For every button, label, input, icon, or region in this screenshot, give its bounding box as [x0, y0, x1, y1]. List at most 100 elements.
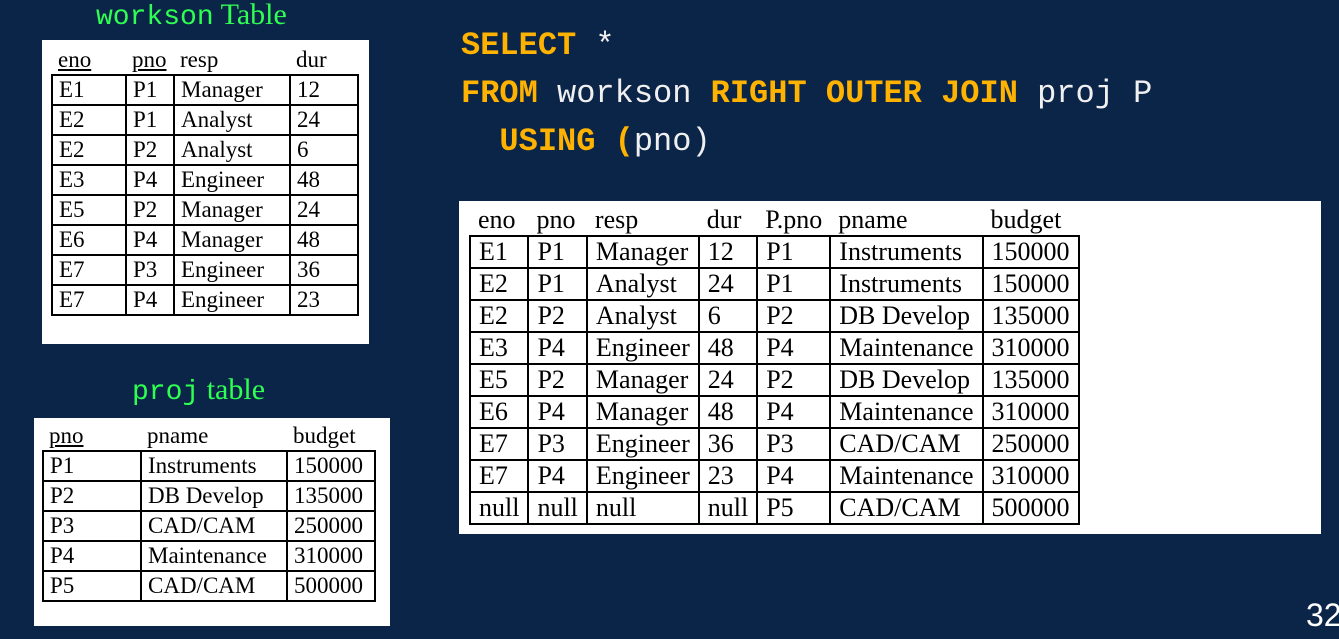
table-row: E3 P4 Engineer 48	[51, 164, 359, 196]
workson-body: E1 P1 Manager 12 E2 P1 Analyst 24 E2 P2 Analyst 6 E3…	[51, 74, 359, 316]
table-cell: 48	[289, 224, 359, 256]
table-cell: P2	[42, 480, 142, 512]
table-cell: null	[527, 491, 588, 525]
table-cell: Instruments	[140, 450, 288, 482]
table-cell: P4	[125, 224, 175, 256]
table-cell: 135000	[286, 480, 376, 512]
result-header-p-pno: P.pno	[765, 205, 823, 234]
table-cell: E6	[51, 224, 127, 256]
table-cell: 500000	[981, 491, 1080, 525]
table-row: E7 P3 Engineer 36 P3 CAD/CAM 250000	[468, 427, 1080, 461]
table-cell: P1	[125, 104, 175, 136]
table-cell: P3	[42, 510, 142, 542]
table-row: E2 P1 Analyst 24 P1 Instruments 150000	[468, 267, 1080, 301]
table-cell: 250000	[981, 427, 1080, 461]
table-cell: DB Develop	[140, 480, 288, 512]
table-cell: 24	[697, 267, 759, 301]
table-cell: P1	[42, 450, 142, 482]
result-header-row: eno pno resp dur P.pno pname budget	[470, 205, 1079, 236]
table-cell: P1	[756, 235, 832, 269]
table-cell: Engineer	[173, 284, 291, 316]
table-cell: 48	[697, 331, 759, 365]
result-header-pno: pno	[536, 205, 576, 234]
table-row: P3 CAD/CAM 250000	[42, 510, 376, 542]
sql-table-proj: proj P	[1017, 75, 1153, 112]
sql-select-star: *	[576, 27, 615, 64]
table-cell: null	[697, 491, 759, 525]
workson-caption-name: workson	[96, 2, 214, 33]
table-cell: P2	[125, 194, 175, 226]
table-cell: Instruments	[829, 235, 984, 269]
table-cell: E2	[468, 299, 530, 333]
table-cell: Maintenance	[829, 331, 984, 365]
table-cell: P4	[756, 395, 832, 429]
table-cell: P4	[527, 459, 588, 493]
table-cell: P3	[527, 427, 588, 461]
table-cell: Instruments	[829, 267, 984, 301]
table-cell: 135000	[981, 363, 1080, 397]
workson-header-eno: eno	[58, 47, 92, 72]
table-cell: P3	[756, 427, 832, 461]
proj-header-pname: pname	[147, 423, 209, 448]
table-cell: 12	[289, 74, 359, 106]
table-cell: CAD/CAM	[829, 427, 984, 461]
workson-header-row: eno pno resp dur	[52, 46, 358, 75]
table-cell: P2	[756, 363, 832, 397]
proj-caption: proj table	[132, 373, 265, 408]
table-cell: P2	[125, 134, 175, 166]
table-cell: P4	[125, 284, 175, 316]
sql-keyword-from: FROM	[461, 75, 538, 112]
table-cell: P1	[527, 235, 588, 269]
table-cell: E1	[51, 74, 127, 106]
table-cell: Engineer	[585, 427, 700, 461]
table-cell: Engineer	[585, 331, 700, 365]
table-cell: 48	[697, 395, 759, 429]
sql-keyword-right-outer-join: RIGHT OUTER JOIN	[710, 75, 1018, 112]
result-header-dur: dur	[706, 205, 742, 234]
table-cell: 135000	[981, 299, 1080, 333]
table-cell: 48	[289, 164, 359, 196]
table-cell: 150000	[981, 235, 1080, 269]
sql-line-using: USING (pno)	[461, 118, 1152, 166]
result-header-resp: resp	[594, 205, 639, 234]
table-cell: E7	[468, 427, 530, 461]
sql-table-workson: workson	[537, 75, 711, 112]
table-cell: CAD/CAM	[140, 510, 288, 542]
table-cell: P4	[42, 540, 142, 572]
table-cell: 24	[289, 194, 359, 226]
table-cell: 310000	[981, 395, 1080, 429]
workson-table: eno pno resp dur E1 P1 Manager 12 E2 P1 Analys…	[51, 46, 359, 316]
table-cell: Manager	[173, 74, 291, 106]
table-cell: 24	[697, 363, 759, 397]
table-cell: Manager	[585, 363, 700, 397]
table-cell: Analyst	[585, 267, 700, 301]
table-cell: Manager	[585, 235, 700, 269]
sql-line-from: FROM workson RIGHT OUTER JOIN proj P	[461, 70, 1152, 118]
table-cell: 6	[697, 299, 759, 333]
table-cell: E2	[51, 134, 127, 166]
table-cell: E5	[51, 194, 127, 226]
table-cell: E2	[468, 267, 530, 301]
table-cell: DB Develop	[829, 299, 984, 333]
sql-query: SELECT * FROM workson RIGHT OUTER JOIN pr…	[461, 22, 1152, 166]
workson-header-pno: pno	[132, 47, 167, 72]
table-row: E7 P3 Engineer 36	[51, 254, 359, 286]
table-cell: Analyst	[173, 104, 291, 136]
table-cell: P3	[125, 254, 175, 286]
table-cell: 150000	[981, 267, 1080, 301]
table-cell: Engineer	[173, 254, 291, 286]
result-header-pname: pname	[838, 205, 908, 234]
table-cell: Manager	[585, 395, 700, 429]
table-cell: P2	[527, 299, 588, 333]
result-body: E1 P1 Manager 12 P1 Instruments 150000 E2 P1 Anal…	[468, 235, 1080, 525]
table-cell: CAD/CAM	[829, 491, 984, 525]
table-row: E1 P1 Manager 12 P1 Instruments 150000	[468, 235, 1080, 269]
workson-caption: workson Table	[96, 0, 287, 33]
table-row: E3 P4 Engineer 48 P4 Maintenance 310000	[468, 331, 1080, 365]
page-number: 32	[1306, 597, 1339, 633]
table-row: E5 P2 Manager 24 P2 DB Develop 135000	[468, 363, 1080, 397]
workson-caption-word: Table	[220, 0, 287, 31]
table-row: E2 P2 Analyst 6 P2 DB Develop 135000	[468, 299, 1080, 333]
table-row: P4 Maintenance 310000	[42, 540, 376, 572]
table-cell: Manager	[173, 194, 291, 226]
